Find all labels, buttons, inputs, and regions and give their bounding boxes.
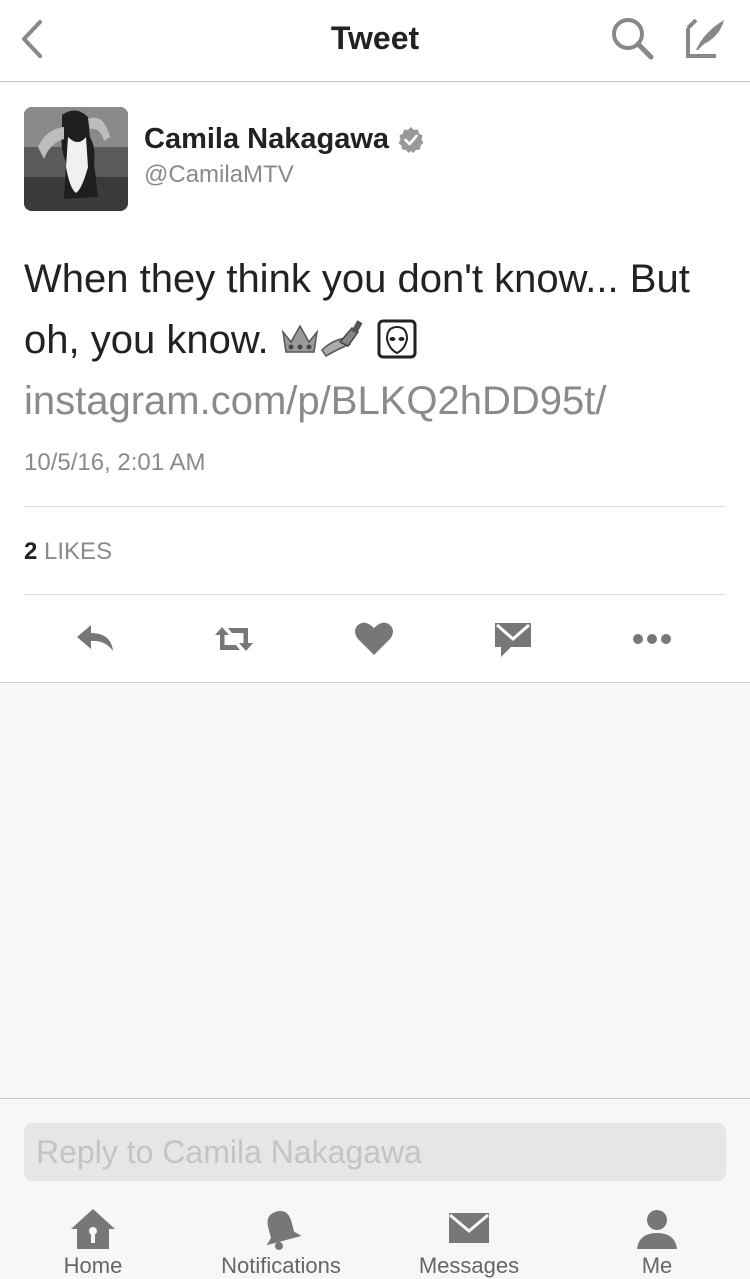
likes-label: LIKES xyxy=(44,538,113,565)
author-handle[interactable]: @CamilaMTV xyxy=(144,161,294,189)
reply-bar: Home Notifications Messages Me xyxy=(0,1098,750,1279)
direct-message-icon[interactable] xyxy=(491,617,535,661)
reply-input[interactable] xyxy=(24,1123,726,1181)
tweet-text: When they think you don't know... But oh… xyxy=(24,249,734,432)
tab-label: Home xyxy=(63,1253,123,1278)
person-icon xyxy=(637,1210,677,1249)
retweet-icon[interactable] xyxy=(212,617,256,661)
envelope-icon xyxy=(449,1213,489,1243)
likes-count: 2 xyxy=(24,538,38,565)
likes-summary[interactable]: 2 LIKES xyxy=(24,538,112,566)
crown-icon xyxy=(281,324,318,354)
tab-label: Messages xyxy=(418,1253,520,1278)
author-name[interactable]: Camila Nakagawa xyxy=(144,123,389,156)
tab-messages[interactable]: Messages xyxy=(379,1207,559,1279)
alien-icon xyxy=(377,319,417,359)
divider xyxy=(24,506,726,507)
tab-me[interactable]: Me xyxy=(567,1207,747,1279)
home-icon xyxy=(71,1209,115,1249)
navigation-bar: Tweet xyxy=(0,0,750,82)
more-icon[interactable] xyxy=(630,617,674,661)
compose-icon[interactable] xyxy=(682,14,730,62)
tab-label: Notifications xyxy=(221,1253,341,1278)
tweet-timestamp: 10/5/16, 2:01 AM xyxy=(24,449,206,476)
tweet-actions xyxy=(0,595,750,683)
tweet-link[interactable]: instagram.com/p/BLKQ2hDD95t/ xyxy=(24,379,606,423)
search-icon[interactable] xyxy=(608,14,656,62)
tab-label: Me xyxy=(641,1253,673,1278)
nail-polish-icon xyxy=(320,320,363,358)
reply-icon[interactable] xyxy=(73,617,117,661)
verified-badge-icon xyxy=(398,126,424,153)
avatar[interactable] xyxy=(24,107,128,211)
tab-notifications[interactable]: Notifications xyxy=(191,1207,371,1279)
like-icon[interactable] xyxy=(352,617,396,661)
bell-icon xyxy=(266,1211,302,1250)
tweet-detail: Camila Nakagawa @CamilaMTV When they thi… xyxy=(0,83,750,683)
tab-home[interactable]: Home xyxy=(3,1207,183,1279)
